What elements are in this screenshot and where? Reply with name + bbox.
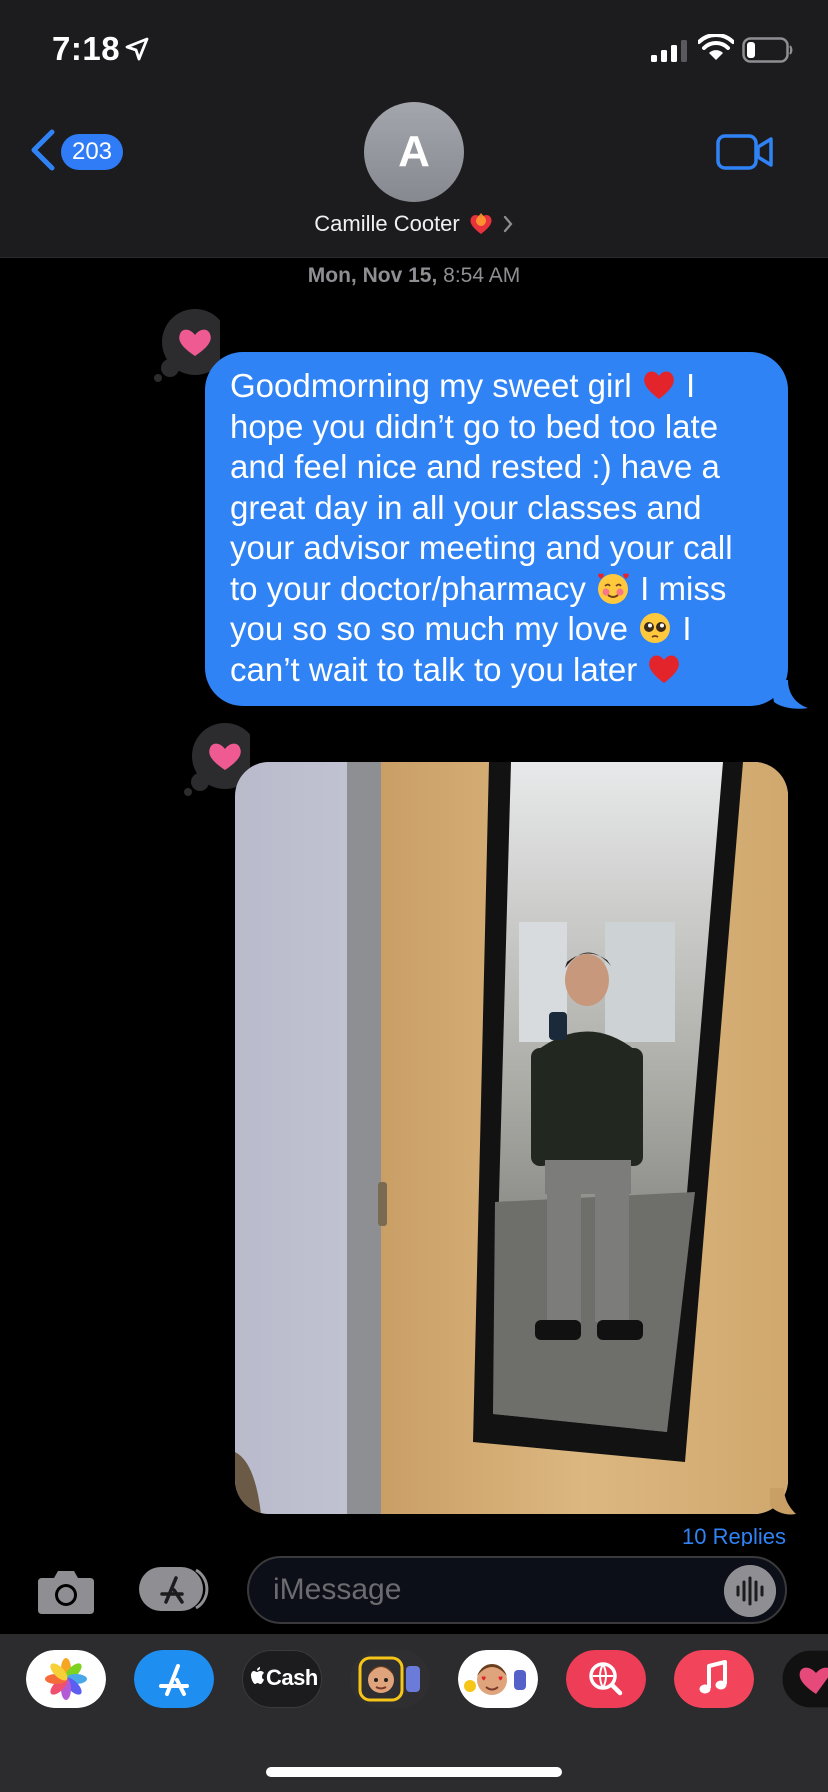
smiling-face-with-hearts-icon (598, 572, 629, 604)
battery-icon (742, 37, 793, 63)
memoji-icon[interactable] (350, 1650, 430, 1708)
music-icon[interactable] (674, 1650, 754, 1708)
timestamp-day: Mon, Nov 15, (307, 264, 438, 287)
message-text: Goodmorning my sweet girl I hope you did… (230, 366, 764, 690)
images-search-icon[interactable] (566, 1650, 646, 1708)
cellular-signal-icon (651, 40, 687, 62)
unread-count-badge: 203 (61, 134, 123, 170)
app-store-icon[interactable] (134, 1650, 214, 1708)
audio-message-icon[interactable] (724, 1565, 776, 1617)
red-heart-icon (643, 371, 674, 399)
contact-name-button[interactable]: Camille Cooter (0, 210, 828, 237)
home-indicator[interactable] (266, 1767, 562, 1777)
contact-avatar[interactable]: A (364, 102, 464, 202)
apple-cash-icon[interactable]: Cash (242, 1650, 322, 1708)
red-heart-icon (649, 655, 680, 683)
location-arrow-icon (125, 37, 149, 61)
pleading-face-icon (640, 613, 671, 643)
facetime-video-icon[interactable] (716, 132, 774, 172)
status-time: 7:18 (52, 30, 121, 67)
back-button[interactable]: 203 (28, 126, 138, 176)
chevron-right-icon (503, 216, 513, 233)
heart-on-fire-icon (470, 213, 492, 235)
message-timestamp: Mon, Nov 15, 8:54 AM (0, 264, 828, 288)
app-store-apps-icon[interactable] (138, 1566, 212, 1612)
chevron-left-icon (31, 129, 55, 171)
apple-logo-icon (251, 1667, 264, 1684)
wifi-icon (698, 34, 734, 60)
photos-icon[interactable] (26, 1650, 106, 1708)
message-input[interactable] (247, 1556, 787, 1624)
apple-cash-label: Cash (266, 1665, 318, 1690)
sent-message-bubble[interactable]: Goodmorning my sweet girl I hope you did… (205, 352, 788, 706)
contact-name: Camille Cooter (314, 211, 460, 237)
bubble-tail (770, 680, 808, 709)
message-text-part: Goodmorning my sweet girl (230, 367, 641, 404)
timestamp-time: 8:54 AM (443, 264, 521, 287)
camera-icon[interactable] (36, 1566, 96, 1616)
bubble-tail (770, 1488, 796, 1515)
memoji-stickers-icon[interactable] (458, 1650, 538, 1708)
photo-attachment[interactable] (235, 762, 788, 1514)
